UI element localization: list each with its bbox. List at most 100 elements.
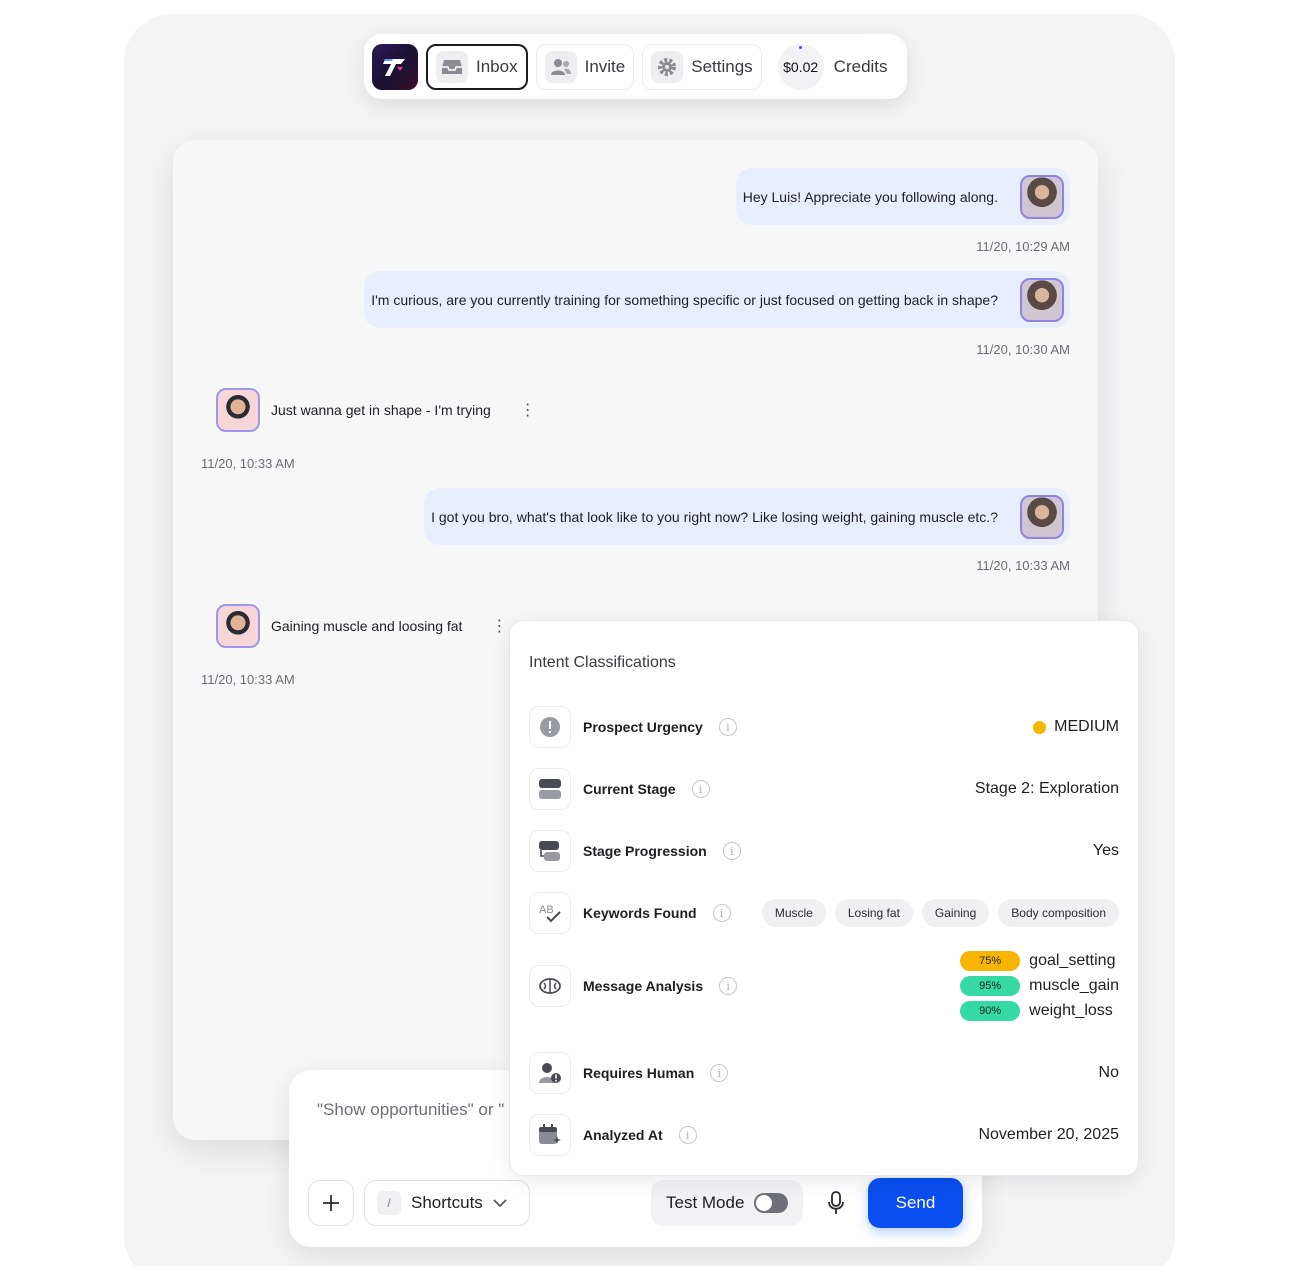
analysis-row: Message Analysis i 75% goal_setting 95% … <box>529 951 1119 1021</box>
analysis-tag: weight_loss <box>1029 1002 1113 1019</box>
message-text: I got you bro, what's that look like to … <box>431 508 998 525</box>
message-timestamp: 11/20, 10:33 AM <box>976 558 1070 573</box>
analysis-item: 95% muscle_gain <box>960 976 1119 996</box>
nav-settings-label: Settings <box>691 56 753 76</box>
urgency-row: Prospect Urgency i MEDIUM <box>529 706 1119 748</box>
more-options-icon[interactable]: ⋮ <box>491 616 507 636</box>
analyzed-at-label: Analyzed At <box>583 1127 663 1143</box>
more-options-icon[interactable]: ⋮ <box>520 400 536 420</box>
message-text: Hey Luis! Appreciate you following along… <box>742 188 998 205</box>
users-icon <box>544 50 577 83</box>
message-input[interactable]: "Show opportunities" or " <box>317 1100 504 1120</box>
message-timestamp: 11/20, 10:33 AM <box>201 672 295 687</box>
avatar <box>1020 277 1064 322</box>
message-text: Gaining muscle and loosing fat <box>271 618 463 634</box>
analysis-label: Message Analysis <box>583 978 704 994</box>
nav-inbox-button[interactable]: Inbox <box>426 43 528 90</box>
keyword-chips: Muscle Losing fat Gaining Body compositi… <box>761 899 1119 927</box>
stage-label: Current Stage <box>583 781 676 797</box>
progression-icon <box>529 830 571 872</box>
keywords-row: AB Keywords Found i Muscle Losing fat Ga… <box>529 892 1119 934</box>
stage-value: Stage 2: Exploration <box>974 780 1119 797</box>
stage-icon <box>529 768 571 810</box>
credit-balance: $0.02 <box>777 43 824 90</box>
brain-icon <box>529 965 571 1007</box>
urgency-value-text: MEDIUM <box>1054 718 1119 735</box>
nav-invite-label: Invite <box>584 56 626 76</box>
gear-icon <box>651 50 684 83</box>
message-timestamp: 11/20, 10:29 AM <box>976 239 1070 254</box>
test-mode-toggle[interactable] <box>754 1193 789 1213</box>
progression-value: Yes <box>1092 842 1119 859</box>
avatar <box>216 388 260 432</box>
progression-label: Stage Progression <box>583 843 707 859</box>
urgency-dot <box>1033 720 1047 734</box>
nav-settings-button[interactable]: Settings <box>642 43 762 90</box>
plus-icon <box>323 1195 339 1211</box>
microphone-icon <box>828 1191 844 1214</box>
confidence-badge: 75% <box>960 951 1021 971</box>
urgency-value: MEDIUM <box>1033 718 1119 736</box>
keyword-chip[interactable]: Body composition <box>998 899 1119 927</box>
panel-title: Intent Classifications <box>529 654 676 671</box>
analysis-list: 75% goal_setting 95% muscle_gain 90% wei… <box>960 951 1119 1021</box>
message-bubble-outgoing: Hey Luis! Appreciate you following along… <box>735 168 1070 225</box>
chevron-down-icon <box>493 1199 507 1208</box>
add-attachment-button[interactable] <box>308 1180 354 1226</box>
progression-row: Stage Progression i Yes <box>529 830 1119 872</box>
message-timestamp: 11/20, 10:30 AM <box>976 342 1070 357</box>
confidence-badge: 90% <box>960 1001 1021 1021</box>
analysis-tag: muscle_gain <box>1029 977 1119 994</box>
message-text: I'm curious, are you currently training … <box>371 291 998 308</box>
alert-icon <box>529 706 571 748</box>
intent-classifications-panel: Intent Classifications Prospect Urgency … <box>509 620 1139 1176</box>
info-icon[interactable]: i <box>722 842 741 860</box>
info-icon[interactable]: i <box>678 1126 697 1144</box>
avatar <box>216 604 260 648</box>
keyword-chip[interactable]: Losing fat <box>834 899 913 927</box>
calendar-icon <box>529 1114 571 1156</box>
microphone-button[interactable] <box>824 1190 848 1216</box>
info-icon[interactable]: i <box>719 977 738 995</box>
requires-human-label: Requires Human <box>583 1065 695 1081</box>
svg-text:AB: AB <box>539 904 554 916</box>
credits-label: Credits <box>833 56 888 76</box>
message-incoming: Just wanna get in shape - I'm trying ⋮ <box>216 388 536 432</box>
stage-row: Current Stage i Stage 2: Exploration <box>529 768 1119 810</box>
message-timestamp: 11/20, 10:33 AM <box>201 456 295 471</box>
analysis-item: 90% weight_loss <box>960 1001 1119 1021</box>
top-nav: Inbox Invite Settings $0.02 Credits <box>364 34 907 99</box>
keyword-chip[interactable]: Muscle <box>761 899 826 927</box>
info-icon[interactable]: i <box>710 1064 729 1082</box>
message-incoming: Gaining muscle and loosing fat ⋮ <box>216 604 507 648</box>
keywords-label: Keywords Found <box>583 905 697 921</box>
urgency-label: Prospect Urgency <box>583 719 703 735</box>
info-icon[interactable]: i <box>712 904 731 922</box>
credits-display[interactable]: $0.02 Credits <box>770 43 888 90</box>
confidence-badge: 95% <box>960 976 1021 996</box>
test-mode-label: Test Mode <box>666 1193 745 1212</box>
keyword-chip[interactable]: Gaining <box>921 899 990 927</box>
nav-inbox-label: Inbox <box>476 56 518 76</box>
message-bubble-outgoing: I'm curious, are you currently training … <box>364 271 1070 328</box>
spellcheck-icon: AB <box>529 892 571 934</box>
shortcuts-dropdown[interactable]: / Shortcuts <box>364 1180 530 1226</box>
analysis-item: 75% goal_setting <box>960 951 1119 971</box>
avatar <box>1020 494 1064 539</box>
send-button[interactable]: Send <box>868 1178 963 1228</box>
nav-invite-button[interactable]: Invite <box>535 43 635 90</box>
info-icon[interactable]: i <box>691 780 710 798</box>
analysis-tag: goal_setting <box>1029 952 1116 969</box>
app-logo[interactable] <box>372 43 418 90</box>
avatar <box>1020 174 1064 219</box>
message-text: Just wanna get in shape - I'm trying <box>271 402 491 418</box>
analyzed-at-value: November 20, 2025 <box>978 1126 1119 1143</box>
message-bubble-outgoing: I got you bro, what's that look like to … <box>424 488 1070 545</box>
person-alert-icon <box>529 1052 571 1094</box>
info-icon[interactable]: i <box>718 718 737 736</box>
inbox-icon <box>436 50 468 83</box>
test-mode-control: Test Mode <box>651 1180 803 1226</box>
shortcuts-label: Shortcuts <box>411 1193 483 1212</box>
analyzed-at-row: Analyzed At i November 20, 2025 <box>529 1114 1119 1156</box>
requires-human-value: No <box>1098 1064 1119 1081</box>
